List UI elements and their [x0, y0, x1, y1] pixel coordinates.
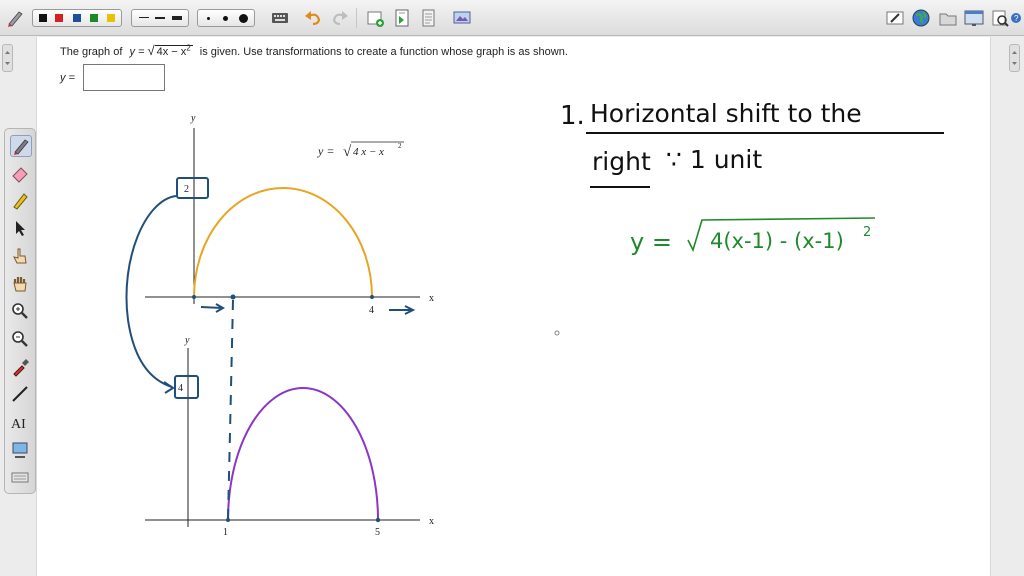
- top-equation-radicand: 4 x − x: [353, 146, 384, 158]
- note-step-number: 1.: [560, 101, 585, 131]
- top-origin-point: [192, 295, 196, 299]
- shift-arrow-right: [389, 305, 416, 315]
- shift-arrow-left: [200, 303, 226, 313]
- stray-dot: [554, 330, 560, 336]
- line-tool-icon[interactable]: [10, 384, 30, 404]
- top-tick-4: 4: [369, 305, 374, 316]
- keyboard-tool-icon[interactable]: [10, 467, 30, 487]
- note-equation-rhs: 4(x-1) - (x-1): [710, 229, 844, 253]
- select-arrow-icon[interactable]: [10, 218, 30, 238]
- top-equation-lhs: y =: [317, 144, 334, 158]
- eraser-icon[interactable]: [10, 163, 30, 183]
- bottom-x-label: x: [429, 516, 434, 527]
- note-right: right: [592, 147, 651, 176]
- bottom-graph: y x 1 5 4: [145, 335, 434, 538]
- note-one-unit: ∵ 1 unit: [666, 145, 762, 174]
- top-equation-sqrt: √: [343, 144, 352, 160]
- zoom-out-icon[interactable]: [10, 329, 30, 349]
- text-tool-icon[interactable]: AI: [10, 412, 30, 432]
- top-x-label: x: [429, 293, 434, 304]
- note-line-1: Horizontal shift to the: [590, 99, 862, 128]
- image-capture-icon[interactable]: [10, 440, 30, 460]
- highlight-box-2: [176, 177, 209, 199]
- arrowhead-2-to-4: [163, 381, 175, 394]
- zoom-in-icon[interactable]: [10, 301, 30, 321]
- bottom-end-point: [375, 517, 381, 523]
- bottom-tick-4: 4: [178, 383, 183, 394]
- note-equation-exp: 2: [863, 225, 871, 240]
- arrow-2-to-4: [125, 195, 177, 388]
- top-end-point: [370, 295, 374, 299]
- top-equation-exp: 2: [398, 142, 402, 150]
- whiteboard-canvas: y x 4 2 y = √ 4 x − x 2 y x 1 5 4 1. Hor…: [125, 99, 944, 538]
- top-y-label: y: [190, 113, 196, 124]
- top-tick-2: 2: [184, 184, 189, 195]
- shift-point: [230, 294, 236, 300]
- bottom-tick-1: 1: [223, 527, 228, 538]
- note-equation-lhs: y =: [630, 228, 672, 256]
- left-tool-panel: AI: [4, 128, 36, 494]
- pen-icon[interactable]: [10, 135, 32, 157]
- bottom-curve: [227, 387, 379, 521]
- blue-annotations: [125, 177, 416, 521]
- top-graph: y x 4 2 y = √ 4 x − x 2: [145, 113, 434, 316]
- pointer-hand-icon[interactable]: [10, 246, 30, 266]
- handwritten-notes: 1. Horizontal shift to the right ∵ 1 uni…: [554, 99, 944, 336]
- pan-hand-icon[interactable]: [10, 274, 30, 294]
- highlighter-icon[interactable]: [10, 190, 30, 210]
- eyedropper-icon[interactable]: [10, 357, 30, 377]
- svg-text:AI: AI: [11, 417, 26, 432]
- bottom-tick-5: 5: [375, 527, 380, 538]
- top-curve: [193, 187, 373, 298]
- bottom-y-label: y: [184, 335, 190, 346]
